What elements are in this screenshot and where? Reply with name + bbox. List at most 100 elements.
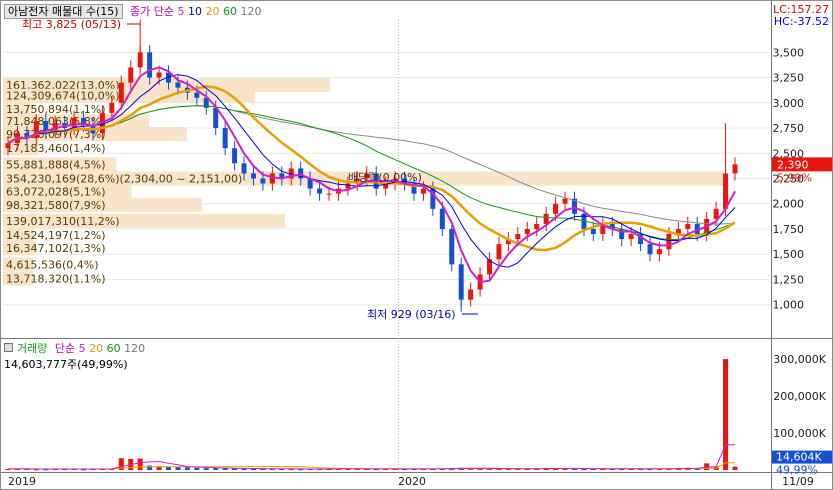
high-label: 최고 3,825 (05/13) bbox=[22, 18, 121, 31]
price-tick-label: 2,750 bbox=[773, 122, 805, 135]
stock-chart: 161,362,022(13,0%)124,309,674(10,0%)13,7… bbox=[0, 0, 833, 490]
volume-info: 14,603,777주(49,99%) bbox=[4, 358, 128, 371]
candle-body bbox=[71, 117, 77, 129]
price-tick-label: 1,250 bbox=[773, 273, 805, 286]
candle-body bbox=[250, 173, 256, 179]
volume-bar bbox=[732, 466, 738, 470]
volume-bar bbox=[213, 468, 219, 470]
candle-body bbox=[269, 173, 275, 184]
candle-body bbox=[109, 102, 115, 113]
x-axis-label: 11/09 bbox=[782, 475, 814, 488]
volume-profile-label: 354,230,169(28,6%)(2,304,00 ~ 2,151,00) bbox=[6, 173, 242, 186]
volume-profile-label: 4,615,536(0,4%) bbox=[6, 258, 99, 271]
candle-body bbox=[317, 188, 323, 194]
volume-bar bbox=[250, 468, 256, 470]
candle-body bbox=[449, 228, 455, 265]
candle-body bbox=[647, 244, 653, 255]
ma-20: 20 bbox=[205, 5, 220, 18]
volume-bar bbox=[723, 359, 729, 470]
price-tick-label: 2,000 bbox=[773, 198, 805, 211]
volume-title: 거래량 bbox=[17, 342, 48, 355]
current-volume-pct: 49,99% bbox=[776, 464, 818, 477]
volume-ma-label: 단순 bbox=[54, 342, 76, 355]
price-tick-label: 1,500 bbox=[773, 248, 805, 261]
chart-frame bbox=[0, 0, 833, 490]
volume-bar bbox=[147, 465, 153, 470]
candle-body bbox=[628, 234, 634, 240]
x-axis-label: 2019 bbox=[8, 475, 36, 488]
ma-10: 10 bbox=[188, 5, 203, 18]
vol-ma-120: 120 bbox=[124, 342, 146, 355]
price-tick-label: 1,000 bbox=[773, 299, 805, 312]
candle-body bbox=[147, 52, 153, 78]
vol-ma-60: 60 bbox=[106, 342, 121, 355]
volume-bar bbox=[137, 458, 143, 470]
candle-body bbox=[590, 228, 596, 235]
candle-body bbox=[685, 223, 691, 229]
price-tick-label: 3,500 bbox=[773, 46, 805, 59]
candle-body bbox=[666, 234, 672, 250]
volume-bar bbox=[175, 467, 181, 470]
volume-header: 거래량 단순 5 20 60 120 14,603,777주(49,99%) bbox=[4, 340, 145, 372]
volume-tick-label: 300,000K bbox=[773, 353, 826, 366]
volume-profile-label: 139,017,310(11,2%) bbox=[6, 215, 120, 228]
candle-body bbox=[118, 82, 124, 103]
ma-5: 5 bbox=[177, 5, 185, 18]
vol-ma-20: 20 bbox=[89, 342, 104, 355]
volume-profile-label: 14,524,197(1,2%) bbox=[6, 229, 106, 242]
candle-body bbox=[222, 128, 228, 149]
price-tick-label: 3,250 bbox=[773, 72, 805, 85]
candle-body bbox=[656, 249, 662, 255]
candle-body bbox=[345, 183, 351, 189]
x-axis-label: 2020 bbox=[398, 475, 426, 488]
candle-body bbox=[232, 148, 238, 164]
candle-body bbox=[723, 173, 729, 209]
candle-body bbox=[5, 143, 11, 149]
candle-body bbox=[156, 72, 162, 78]
ma-120: 120 bbox=[240, 5, 262, 18]
hc-label: HC:-37.52 bbox=[773, 15, 829, 28]
candle-body bbox=[496, 244, 502, 260]
candle-body bbox=[524, 228, 530, 235]
candle-body bbox=[194, 92, 200, 98]
candle-body bbox=[534, 223, 540, 229]
current-change: 5,99% bbox=[777, 171, 812, 184]
current-volume: 14,604K bbox=[776, 451, 822, 464]
volume-profile-label: 63,072,028(5,1%) bbox=[6, 186, 106, 199]
volume-profile-label: 16,347,102(1,3%) bbox=[6, 242, 106, 255]
ma-60: 60 bbox=[223, 5, 238, 18]
volume-bar bbox=[184, 467, 190, 470]
candle-body bbox=[439, 208, 445, 229]
candle-body bbox=[175, 82, 181, 88]
candle-body bbox=[241, 163, 247, 174]
volume-bar bbox=[222, 468, 228, 470]
volume-profile-label: 13,750,894(1,1%) bbox=[6, 103, 106, 116]
candle-body bbox=[468, 289, 474, 300]
candle-body bbox=[543, 213, 549, 224]
chart-title[interactable]: 아남전자 매물대 수(15) bbox=[4, 4, 123, 19]
volume-profile-label: 98,321,580(7,9%) bbox=[6, 199, 106, 212]
candle-body bbox=[553, 203, 559, 214]
dividend-label: 배당락(0.00%) bbox=[348, 171, 422, 184]
ma-label: 종가 단순 bbox=[130, 5, 175, 18]
current-price: 2,390 bbox=[777, 158, 809, 171]
candle-body bbox=[732, 164, 738, 174]
price-tick-label: 1,750 bbox=[773, 223, 805, 236]
volume-tick-label: 200,000K bbox=[773, 390, 826, 403]
volume-tick-label: 100,000K bbox=[773, 427, 826, 440]
price-tick-label: 3,000 bbox=[773, 97, 805, 110]
chart-header: 아남전자 매물대 수(15) 종가 단순 5 10 20 60 120 bbox=[4, 3, 262, 19]
volume-bar bbox=[203, 468, 209, 470]
vol-ma-5: 5 bbox=[78, 342, 86, 355]
candle-body bbox=[515, 234, 521, 240]
candle-body bbox=[260, 178, 266, 184]
candle-body bbox=[458, 264, 464, 300]
low-label: 최저 929 (03/16) bbox=[367, 308, 456, 321]
volume-bar bbox=[232, 468, 238, 470]
volume-profile-label: 17,183,460(1,4%) bbox=[6, 142, 106, 155]
candle-body bbox=[128, 67, 134, 83]
checkbox-icon[interactable] bbox=[4, 343, 13, 352]
candle-body bbox=[326, 193, 332, 195]
volume-bar bbox=[194, 467, 200, 470]
volume-profile-label: 13,718,320(1,1%) bbox=[6, 272, 106, 285]
